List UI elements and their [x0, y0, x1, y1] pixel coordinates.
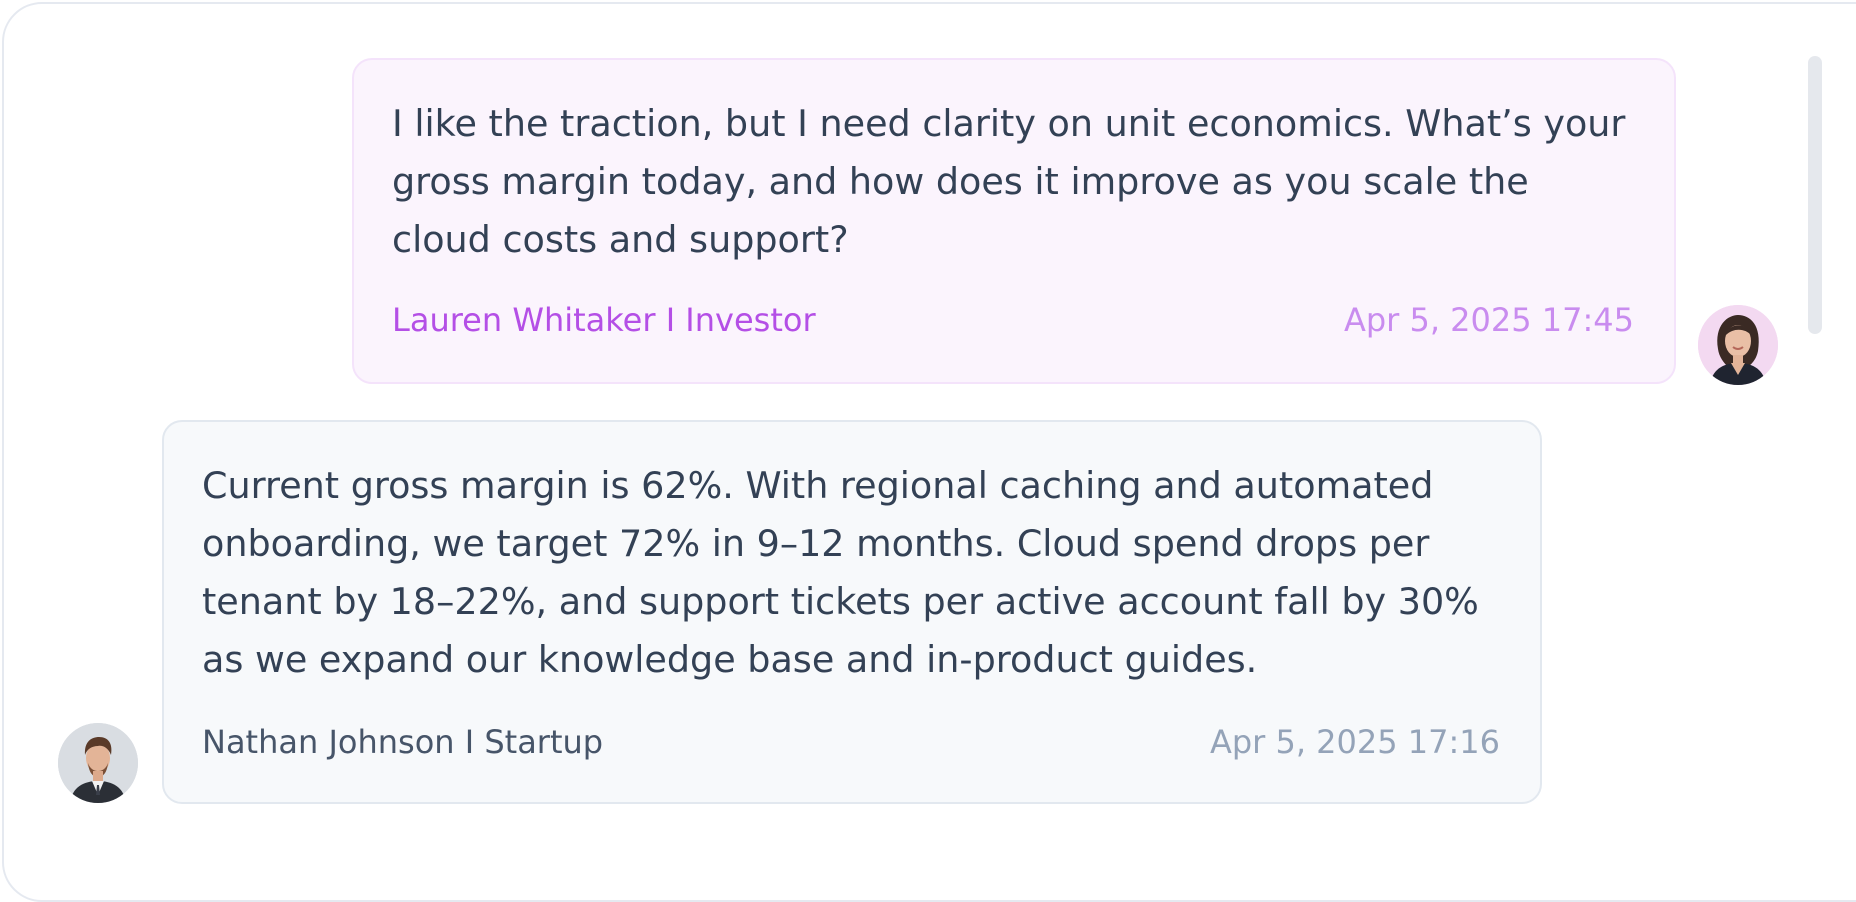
avatar-investor	[1698, 305, 1778, 385]
message-timestamp: Apr 5, 2025 17:45	[1343, 301, 1634, 339]
scrollbar[interactable]	[1808, 56, 1822, 334]
message-meta: Nathan Johnson I Startup Apr 5, 2025 17:…	[202, 722, 1500, 762]
avatar-woman-icon	[1698, 305, 1778, 385]
avatar-man-icon	[58, 723, 138, 803]
message-text: Current gross margin is 62%. With region…	[202, 464, 1479, 681]
message-text: I like the traction, but I need clarity …	[392, 102, 1626, 261]
message-author: Nathan Johnson I Startup	[202, 723, 604, 761]
message-bubble-startup: Current gross margin is 62%. With region…	[162, 420, 1542, 804]
message-meta: Lauren Whitaker I Investor Apr 5, 2025 1…	[392, 300, 1634, 340]
message-timestamp: Apr 5, 2025 17:16	[1209, 723, 1500, 761]
avatar-startup	[58, 723, 138, 803]
message-author: Lauren Whitaker I Investor	[392, 301, 816, 339]
message-bubble-investor: I like the traction, but I need clarity …	[352, 58, 1676, 384]
